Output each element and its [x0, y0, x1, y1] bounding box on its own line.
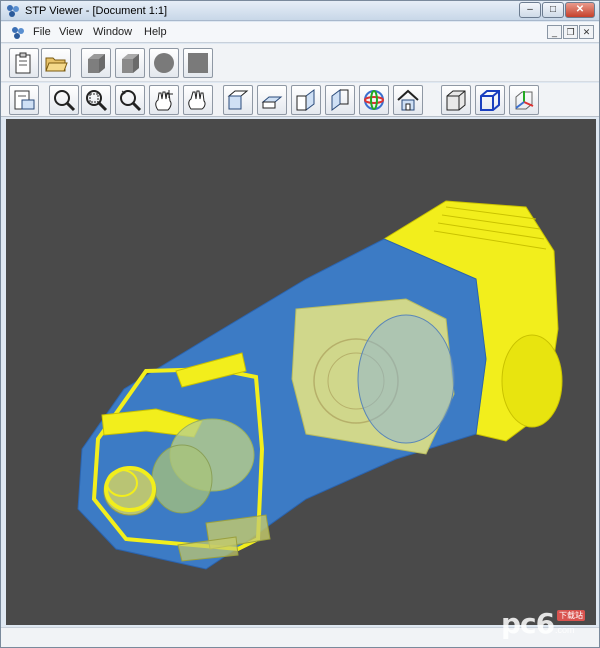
mdi-close-button[interactable]: ✕ [579, 25, 594, 39]
solid-box-shaded-icon [122, 54, 139, 73]
pan-button[interactable] [149, 85, 179, 115]
paste-icon [15, 52, 31, 74]
mdi-minimize-button[interactable]: _ [547, 25, 562, 39]
solid-view-button[interactable] [81, 48, 111, 78]
hand-button[interactable] [183, 85, 213, 115]
print-preview-icon [14, 90, 35, 110]
top-view-button[interactable] [257, 85, 287, 115]
watermark-url: .com [555, 625, 575, 635]
solid-box-icon [88, 54, 105, 73]
watermark-logo: pc6 [501, 607, 555, 640]
minimize-button[interactable]: – [519, 2, 541, 18]
app-logo-icon [7, 5, 19, 17]
menu-window[interactable]: Window [93, 26, 132, 38]
wireframe-view-icon [480, 90, 500, 111]
right-view-icon [296, 89, 315, 111]
menu-file[interactable]: File [33, 26, 51, 38]
paste-button[interactable] [9, 48, 39, 78]
window-title: STP Viewer - [Document 1:1] [25, 5, 168, 17]
zoom-rotate-button[interactable] [115, 85, 145, 115]
axis-view-button[interactable] [359, 85, 389, 115]
zoom-rotate-icon [120, 90, 142, 112]
sphere-button[interactable] [149, 48, 179, 78]
zoom-icon [54, 90, 76, 112]
model-viewport[interactable] [6, 119, 596, 625]
print-preview-button[interactable] [9, 85, 39, 115]
front-view-button[interactable] [223, 85, 253, 115]
open-button[interactable] [41, 48, 71, 78]
watermark: pc6 下载站 .com [501, 607, 589, 643]
wireframe-view-button[interactable] [475, 85, 505, 115]
axis-view-icon [364, 90, 384, 110]
maximize-button[interactable]: □ [542, 2, 564, 18]
mdi-restore-button[interactable]: ❐ [563, 25, 578, 39]
close-button[interactable]: ✕ [565, 2, 595, 18]
zoom-window-button[interactable] [81, 85, 111, 115]
zoom-window-icon [86, 90, 108, 112]
axes-view-button[interactable] [509, 85, 539, 115]
top-view-icon [261, 96, 283, 109]
flat-shape-button[interactable] [183, 48, 213, 78]
shaded-view-button[interactable] [441, 85, 471, 115]
pan-icon [155, 90, 173, 111]
shaded-view-icon [446, 90, 466, 111]
motor-cap [501, 334, 563, 428]
menu-bar: File View Window Help _ ❐ ✕ [1, 22, 599, 43]
view-toolbar [1, 83, 599, 117]
menu-help[interactable]: Help [144, 26, 167, 38]
axes-view-icon [515, 91, 534, 110]
home-view-icon [397, 89, 419, 111]
zoom-button[interactable] [49, 85, 79, 115]
left-view-icon [331, 89, 349, 111]
home-view-button[interactable] [393, 85, 423, 115]
left-view-button[interactable] [325, 85, 355, 115]
shaded-solid-button[interactable] [115, 48, 145, 78]
flat-square-icon [188, 53, 208, 73]
sphere-icon [154, 53, 174, 73]
hand-icon [188, 90, 206, 110]
cad-model [77, 200, 563, 570]
menu-view[interactable]: View [59, 26, 83, 38]
watermark-badge: 下载站 [557, 610, 585, 621]
right-view-button[interactable] [291, 85, 321, 115]
front-view-icon [227, 90, 249, 110]
title-bar[interactable]: STP Viewer - [Document 1:1] – □ ✕ [1, 1, 599, 21]
open-folder-icon [45, 57, 68, 72]
document-icon[interactable] [11, 26, 25, 40]
main-toolbar [1, 44, 599, 82]
app-window: STP Viewer - [Document 1:1] – □ ✕ File V… [0, 0, 600, 648]
